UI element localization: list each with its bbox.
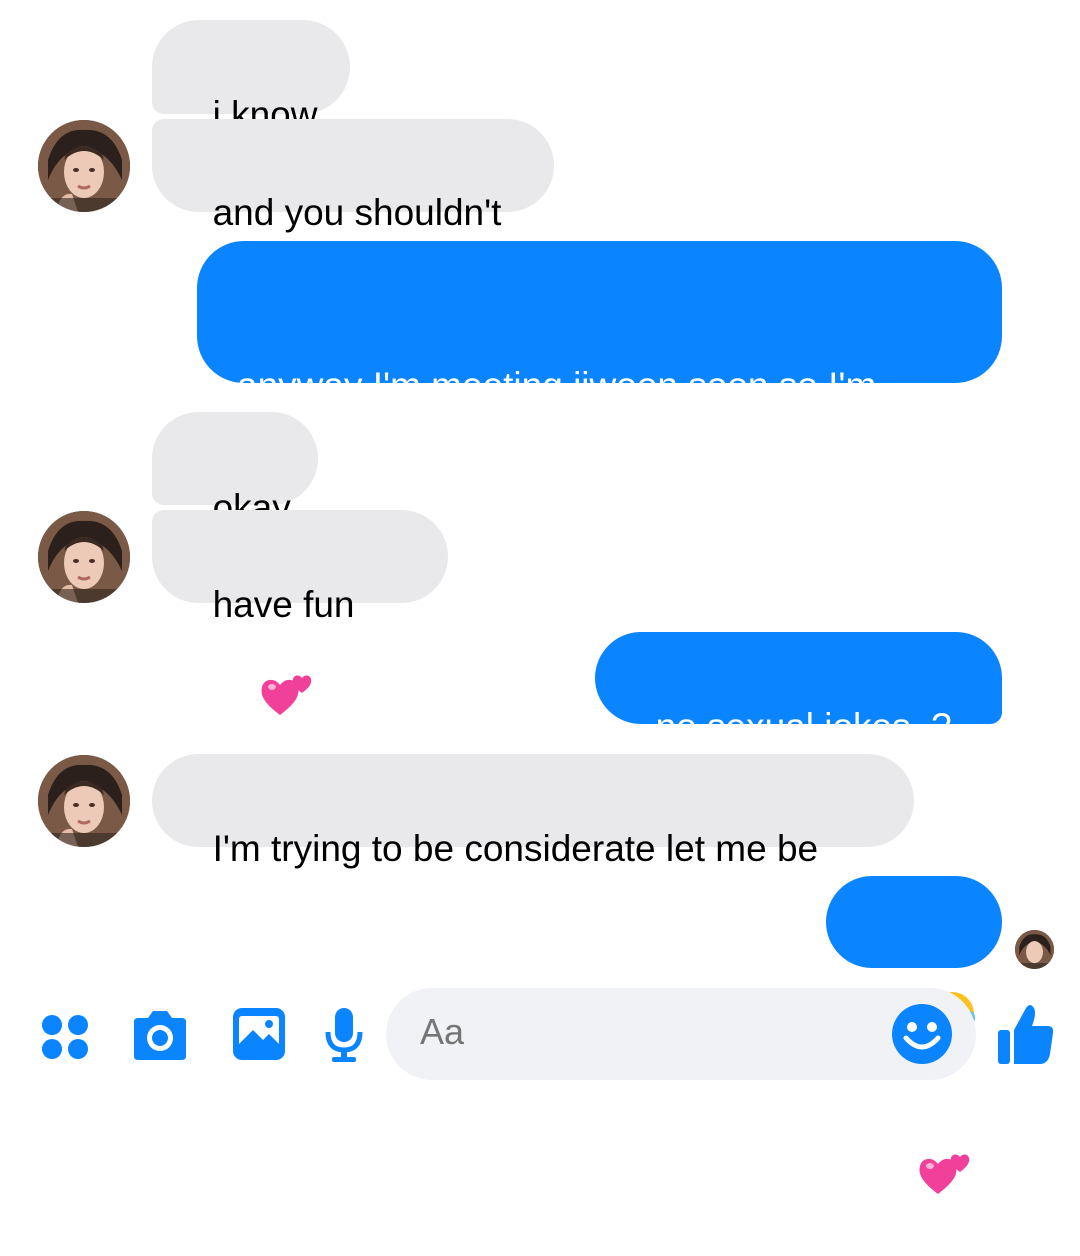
camera-icon[interactable] (130, 1008, 190, 1062)
message-bubble-incoming[interactable]: i know (152, 20, 350, 135)
message-text: and you shouldn't (212, 192, 502, 233)
gallery-icon[interactable] (231, 1006, 287, 1062)
message-bubble-incoming[interactable]: have fun (152, 510, 448, 715)
message-input[interactable] (418, 1010, 882, 1054)
two-hearts-icon (877, 1100, 974, 1256)
contact-avatar[interactable] (38, 120, 130, 212)
message-bubble-incoming[interactable]: I'm trying to be considerate let me be (152, 754, 914, 869)
apps-icon[interactable] (40, 1012, 90, 1062)
message-text-line: anyway I'm meeting jiwoon soon so I'm (237, 365, 877, 406)
message-bubble-outgoing[interactable]: anyway I'm meeting jiwoon soon so I'm go… (197, 241, 1002, 550)
message-composer[interactable] (386, 988, 976, 1080)
message-text: I'm trying to be considerate let me be (212, 828, 819, 869)
message-text: no sexual jokes..? (655, 706, 952, 747)
message-text: have fun (212, 584, 355, 625)
message-bubble-outgoing[interactable]: no sexual jokes..? (595, 632, 1002, 747)
read-receipt-avatar (1015, 930, 1054, 969)
microphone-icon[interactable] (322, 1004, 366, 1064)
message-bubble-outgoing[interactable] (826, 876, 1002, 1194)
message-bubble-incoming[interactable]: and you shouldn't (152, 119, 554, 233)
contact-avatar[interactable] (38, 511, 130, 603)
thumbs-up-icon[interactable] (996, 1002, 1056, 1066)
emoji-icon[interactable] (890, 1002, 954, 1066)
contact-avatar[interactable] (38, 755, 130, 847)
message-bubble-incoming[interactable]: okay (152, 412, 318, 528)
